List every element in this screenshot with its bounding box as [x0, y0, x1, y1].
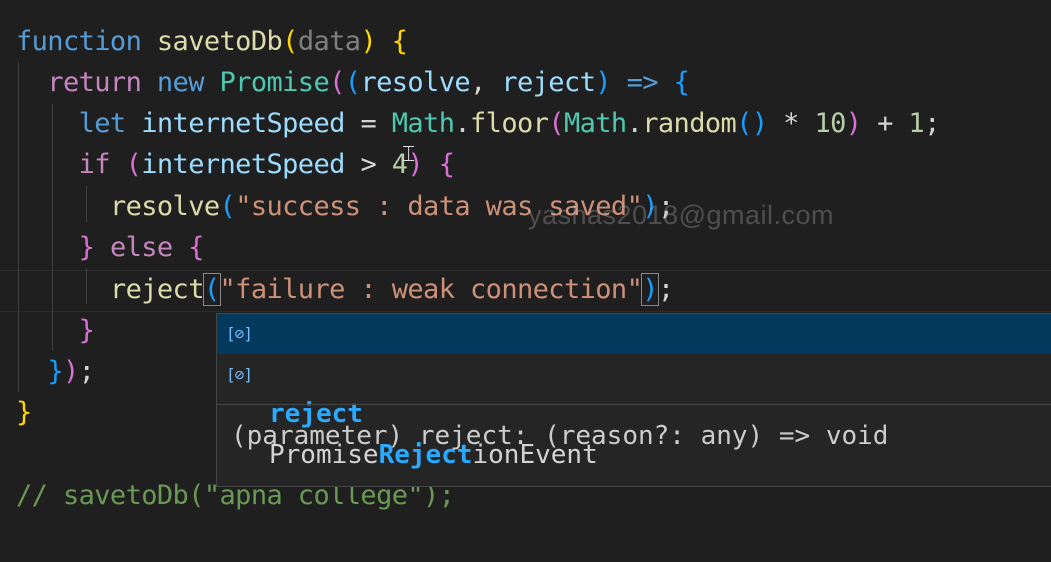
token: +	[877, 108, 893, 139]
code-line-7[interactable]: reject("failure : weak connection");	[16, 270, 674, 310]
token: }	[78, 232, 95, 263]
code-line-8[interactable]: }	[16, 311, 95, 351]
token: floor	[470, 108, 549, 139]
token: else	[109, 232, 173, 263]
token: }	[78, 315, 95, 346]
token: Math	[391, 108, 455, 139]
token: .	[454, 108, 471, 139]
suggestion-detail: (parameter) reject: (reason?: any) => vo…	[217, 404, 1051, 488]
token: (	[125, 149, 142, 180]
token: =	[360, 108, 377, 139]
token: )	[845, 108, 862, 139]
token: function	[16, 26, 142, 57]
token: let	[78, 108, 127, 139]
code-line-6[interactable]: } else {	[16, 228, 205, 268]
token: "failure : weak connection"	[219, 274, 643, 305]
suggestion-item-promise-rejection-event[interactable]: [⊘] PromiseRejectionEvent	[217, 355, 1051, 470]
token: >	[360, 149, 377, 180]
token: )	[360, 26, 377, 57]
token: if	[78, 149, 111, 180]
token: resolve	[360, 67, 471, 98]
token: savetoDb	[156, 26, 283, 57]
token: }	[16, 397, 32, 428]
watermark: yashas2018@gmail.com	[528, 200, 835, 230]
token: {	[438, 149, 455, 180]
token: data	[297, 26, 361, 57]
token: )	[595, 67, 611, 98]
code-line-4[interactable]: if (internetSpeed > 4) {	[16, 145, 455, 185]
token: ,	[470, 67, 486, 98]
token: 1	[908, 108, 925, 139]
token: {	[188, 232, 204, 263]
token: {	[673, 67, 690, 98]
token: ()	[736, 108, 768, 139]
token: Math	[563, 108, 627, 139]
code-line-9[interactable]: });	[16, 352, 95, 392]
token: )	[62, 356, 79, 387]
token: 10	[814, 108, 846, 139]
token: (	[329, 67, 345, 98]
token: ;	[657, 274, 674, 305]
token: =>	[626, 67, 659, 98]
token: (	[202, 273, 221, 306]
token: internetSpeed	[141, 149, 345, 180]
suggestion-item-reject[interactable]: [⊘] reject	[217, 314, 1051, 429]
variable-icon: [⊘]	[226, 324, 253, 343]
token: (	[282, 26, 298, 57]
token: {	[391, 26, 408, 57]
token: )	[641, 273, 659, 306]
text-cursor-icon: ⌶	[402, 142, 416, 167]
token: .	[626, 108, 643, 139]
token: (	[219, 191, 236, 222]
token: Promise	[219, 67, 330, 98]
token: (	[548, 108, 564, 139]
token: (	[344, 67, 361, 98]
code-line-2[interactable]: return new Promise((resolve, reject) => …	[16, 63, 689, 103]
token: ;	[924, 108, 940, 139]
token: reject	[109, 274, 205, 305]
token: return	[47, 67, 142, 98]
token: internetSpeed	[141, 108, 345, 139]
variable-icon: [⊘]	[226, 365, 253, 384]
token: new	[156, 67, 205, 98]
code-line-1[interactable]: function savetoDb(data) {	[16, 22, 408, 62]
token: }	[47, 356, 63, 387]
code-line-3[interactable]: let internetSpeed = Math.floor(Math.rand…	[16, 104, 941, 144]
suggestion-widget[interactable]: [⊘] reject [⊘] PromiseRejectionEvent (pa…	[216, 313, 1051, 487]
token: ;	[78, 356, 95, 387]
token: reject	[501, 67, 596, 98]
token: random	[642, 108, 737, 139]
token: *	[783, 108, 799, 139]
code-line-10[interactable]: }	[16, 393, 32, 433]
token: resolve	[109, 191, 220, 222]
